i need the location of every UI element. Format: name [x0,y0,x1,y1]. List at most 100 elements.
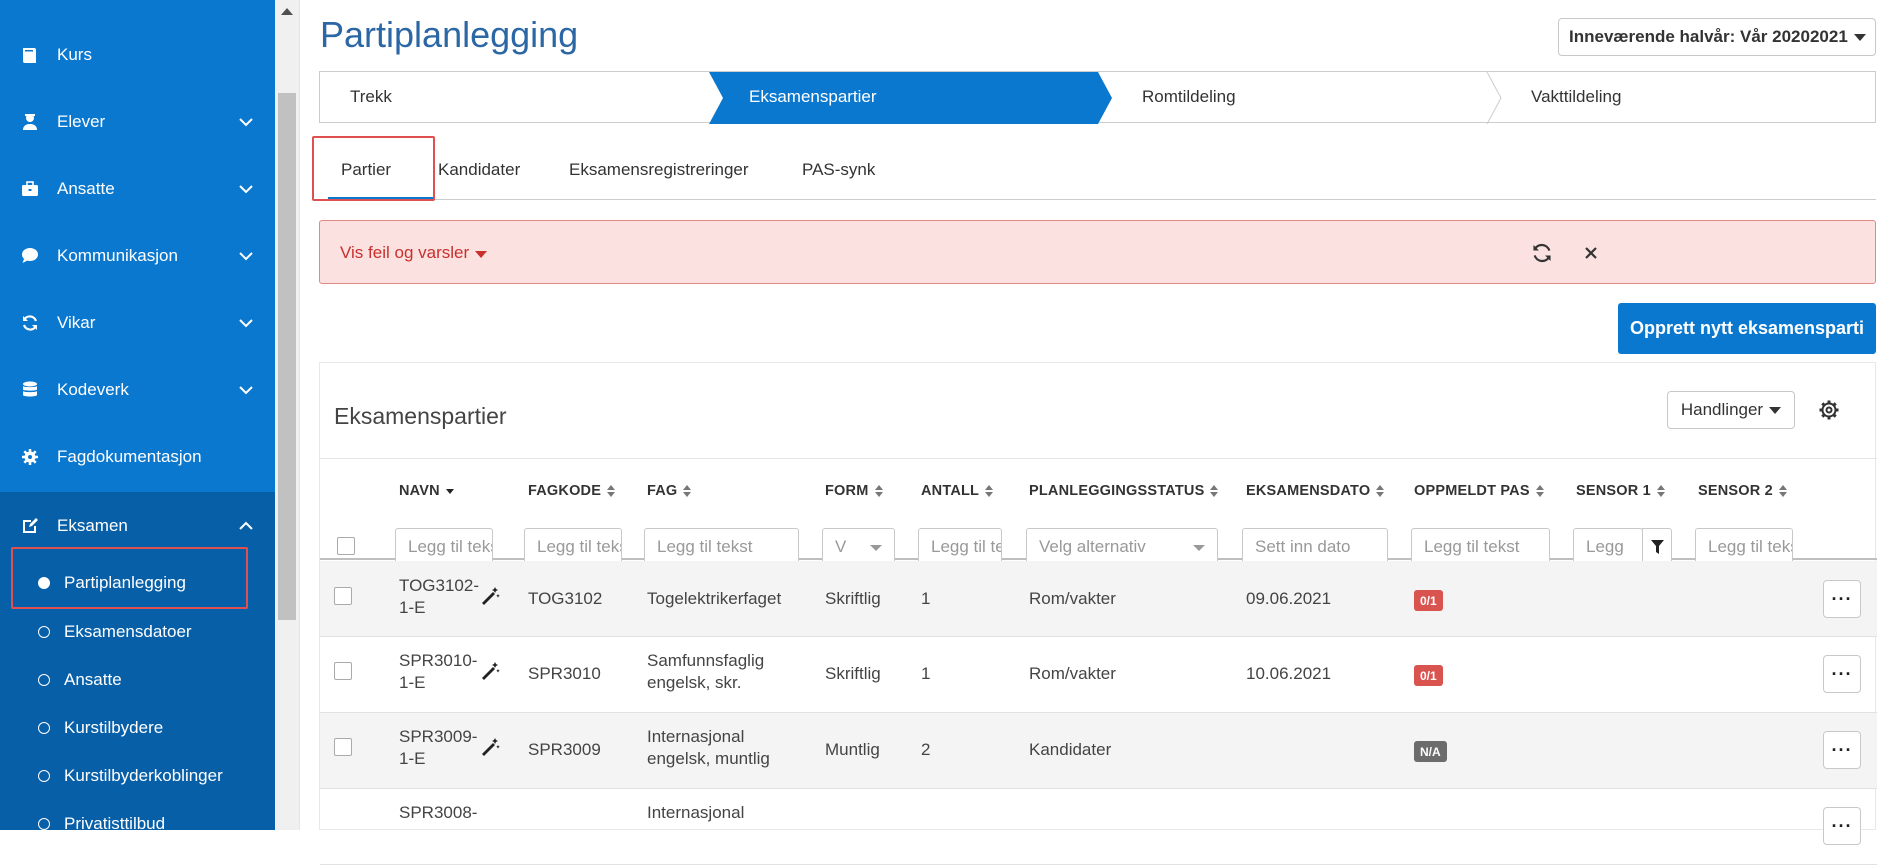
sidebar-subitem-privatisttilbud[interactable]: Privatisttilbud [0,800,275,848]
pas-badge: 0/1 [1414,665,1443,686]
column-header-fag[interactable]: FAG [647,483,692,499]
cell-antall: 1 [921,589,931,608]
table-row[interactable]: TOG3102- 1-E TOG3102 Togelektrikerfaget S… [320,561,1877,637]
highlight-box [11,547,248,609]
sidebar-item-kurs[interactable]: Kurs [0,21,275,88]
cell-fagkode: SPR3009 [528,740,601,759]
row-actions-button[interactable]: ··· [1823,731,1861,769]
tab-eksamensregistreringer[interactable]: Eksamensregistreringer [569,160,749,180]
table-row[interactable]: SPR3008- Internasjonal ··· [320,789,1877,865]
cell-fag: Togelektrikerfaget [647,589,782,608]
book-icon [20,45,40,65]
gear-icon[interactable] [1817,398,1841,422]
column-header-planleggingsstatus[interactable]: PLANLEGGINGSSTATUS [1029,483,1219,499]
bullet-icon [38,626,50,638]
cog-icon [20,447,40,467]
caret-down-icon [475,251,488,258]
column-header-form[interactable]: FORM [825,483,884,499]
sidebar-item-label: Fagdokumentasjon [57,446,202,466]
table-header: NAVN FAGKODE FAG FORM ANTALL PLANLEGGING… [320,458,1877,566]
sidebar-item-ansatte[interactable]: Ansatte [0,155,275,222]
semester-dropdown[interactable]: Inneværende halvår: Vår 20202021 [1558,18,1876,56]
sidebar-subitem-ansatte[interactable]: Ansatte [0,656,275,704]
chevron-up-icon [239,521,253,530]
bullet-icon [38,722,50,734]
sidebar-subitem-kurstilbydere[interactable]: Kurstilbydere [0,704,275,752]
chat-icon [20,246,40,266]
sidebar-item-elever[interactable]: Elever [0,88,275,155]
alert-toggle[interactable]: Vis feil og varsler [340,243,488,263]
step-vakttildeling[interactable]: Vakttildeling [1531,87,1621,107]
exam-parties-card: Eksamenspartier Handlinger NAVN FAGKODE … [319,362,1877,865]
refresh-icon[interactable] [1531,242,1553,264]
pas-badge: 0/1 [1414,590,1443,611]
select-all-checkbox[interactable] [337,537,355,555]
column-header-sensor-2[interactable]: SENSOR 2 [1698,483,1788,499]
magic-wand-icon[interactable] [480,737,500,757]
column-header-sensor-1[interactable]: SENSOR 1 [1576,483,1666,499]
row-checkbox[interactable] [334,662,352,680]
semester-label: Inneværende halvår: Vår 20202021 [1569,27,1848,46]
sidebar-subitem-kurstilbyderkoblinger[interactable]: Kurstilbyderkoblinger [0,752,275,800]
cell-fag: Internasjonal [647,803,745,822]
step-eksamenspartier[interactable]: Eksamenspartier [749,87,877,107]
sidebar-subitem-eksamensdatoer[interactable]: Eksamensdatoer [0,608,275,656]
caret-down-icon [1853,33,1866,41]
close-icon[interactable] [1583,245,1599,261]
cell-fagkode: TOG3102 [528,589,603,608]
column-header-antall[interactable]: ANTALL [921,483,994,499]
sort-icon [985,484,994,498]
table-row[interactable]: SPR3010- 1-E SPR3010 Samfunnsfaglig engels… [320,637,1877,713]
database-icon [20,380,40,400]
magic-wand-icon[interactable] [480,586,500,606]
sidebar-item-label: Ansatte [57,178,115,198]
row-actions-button[interactable]: ··· [1823,655,1861,693]
cell-antall: 1 [921,664,931,683]
sidebar-item-kodeverk[interactable]: Kodeverk [0,356,275,423]
sidebar-item-fagdokumentasjon[interactable]: Fagdokumentasjon [0,423,275,490]
sidebar-subitem-label: Ansatte [64,670,122,689]
row-actions-button[interactable]: ··· [1823,580,1861,618]
sidebar-item-label: Eksamen [57,515,128,535]
column-header-eksamensdato[interactable]: EKSAMENSDATO [1246,483,1385,499]
sidebar-item-kommunikasjon[interactable]: Kommunikasjon [0,222,275,289]
row-actions-button[interactable]: ··· [1823,807,1861,845]
column-header-fagkode[interactable]: FAGKODE [528,483,616,499]
step-romtildeling[interactable]: Romtildeling [1142,87,1236,107]
sort-icon [874,484,884,498]
sidebar-item-label: Kodeverk [57,379,129,399]
sidebar-item-label: Kurs [57,44,92,64]
sidebar-scrollbar[interactable] [275,0,299,830]
column-header-navn[interactable]: NAVN [399,483,455,499]
magic-wand-icon[interactable] [480,661,500,681]
sort-icon [1656,484,1666,498]
cell-fag: Internasjonal engelsk, muntlig [647,727,770,768]
scrollbar-thumb[interactable] [278,93,296,620]
sidebar-item-vikar[interactable]: Vikar [0,289,275,356]
row-checkbox[interactable] [334,738,352,756]
sidebar-subitem-label: Kurstilbyderkoblinger [64,766,223,785]
sort-icon [1376,484,1385,498]
pas-badge: N/A [1414,741,1447,762]
cell-dato: 09.06.2021 [1246,589,1332,608]
step-trekk[interactable]: Trekk [350,87,392,107]
chevron-down-icon [239,251,253,260]
create-exam-party-button[interactable]: Opprett nytt eksamensparti [1618,303,1876,354]
scroll-up-arrow[interactable] [281,8,293,15]
cell-form: Skriftlig [825,664,881,683]
actions-label: Handlinger [1680,400,1764,419]
sort-icon [683,484,692,498]
chevron-down-icon [239,184,253,193]
tab-kandidater[interactable]: Kandidater [438,160,520,180]
cell-form: Skriftlig [825,589,881,608]
row-checkbox[interactable] [334,587,352,605]
table-row[interactable]: SPR3009- 1-E SPR3009 Internasjonal engelsk… [320,713,1877,789]
sidebar-subitem-label: Privatisttilbud [64,814,166,833]
stepper: Trekk Eksamenspartier Romtildeling Vaktt… [319,71,1876,124]
column-header-oppmeldt-pas[interactable]: OPPMELDT PAS [1414,483,1545,499]
actions-dropdown[interactable]: Handlinger [1667,391,1795,429]
edit-icon [20,516,40,536]
tab-pas-synk[interactable]: PAS-synk [802,160,875,180]
cell-navn: TOG3102- 1-E [399,576,480,617]
sort-icon [1535,484,1545,498]
